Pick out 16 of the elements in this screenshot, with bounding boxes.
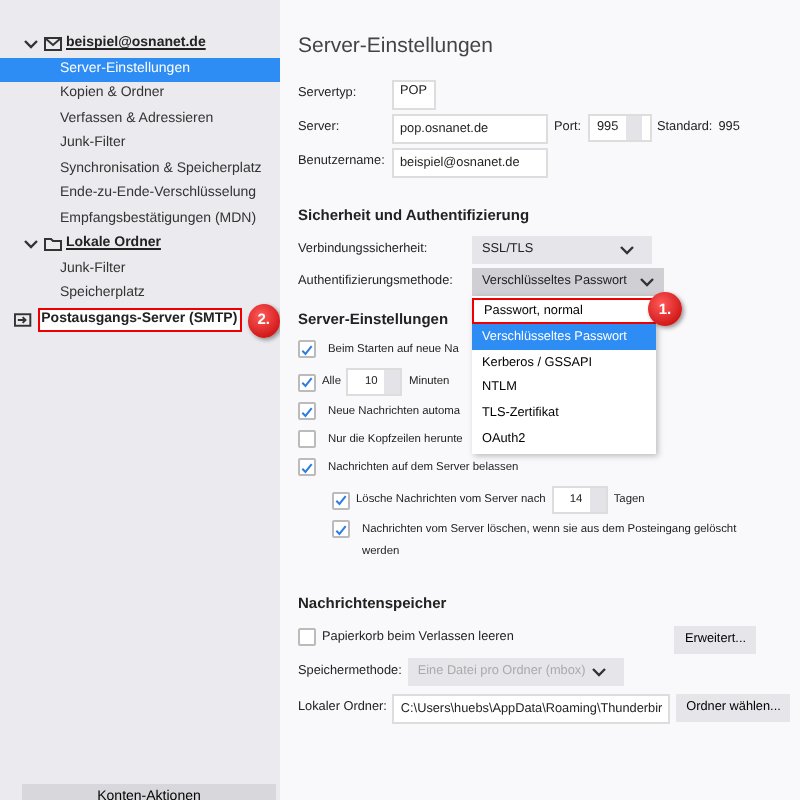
checkbox[interactable] bbox=[332, 491, 350, 510]
page-title: Server-Einstellungen bbox=[298, 32, 495, 62]
chevron-icon[interactable] bbox=[22, 36, 40, 53]
check-icon bbox=[300, 459, 314, 476]
caret-icon bbox=[589, 663, 608, 679]
checkbox[interactable] bbox=[298, 340, 316, 359]
chevron-icon[interactable] bbox=[22, 236, 40, 253]
checkbox[interactable] bbox=[298, 458, 316, 477]
folder-icon bbox=[44, 236, 62, 253]
checkbox[interactable] bbox=[332, 520, 350, 539]
outbox-icon bbox=[14, 312, 32, 328]
envelope-icon bbox=[44, 36, 62, 53]
checkbox[interactable] bbox=[298, 373, 316, 392]
checkbox[interactable] bbox=[298, 430, 316, 449]
checkbox[interactable] bbox=[298, 402, 316, 421]
checkbox[interactable] bbox=[298, 627, 316, 646]
